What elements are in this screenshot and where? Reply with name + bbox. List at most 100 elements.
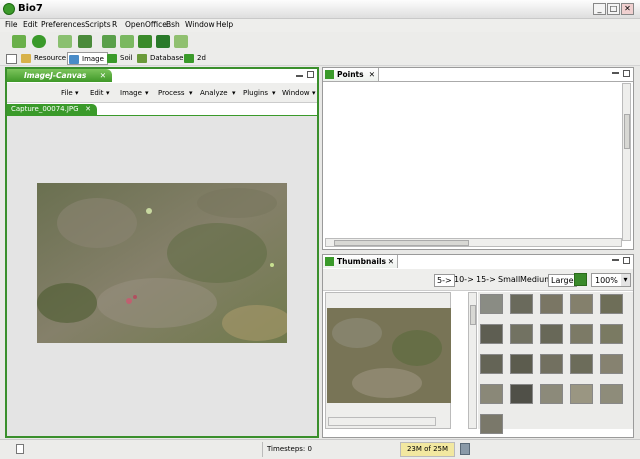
horizontal-scrollbar[interactable] <box>328 417 436 426</box>
zoom-select[interactable]: 100% ▾ <box>591 273 631 287</box>
run-icon[interactable] <box>12 35 26 48</box>
thumbnail-item[interactable] <box>480 354 503 374</box>
tab-points[interactable]: Points ✕ <box>323 68 379 81</box>
ij-menu-arrow-icon: ▾ <box>106 89 110 97</box>
maximize-button[interactable]: □ <box>607 3 620 15</box>
print-icon[interactable] <box>174 35 188 48</box>
thumbnail-item[interactable] <box>540 384 563 404</box>
ij-menu-image[interactable]: Image <box>120 89 142 97</box>
open-perspective-icon[interactable] <box>6 54 17 64</box>
cube-icon[interactable] <box>138 35 152 48</box>
perspective-resource[interactable]: Resource <box>20 52 66 65</box>
thumbnail-item[interactable] <box>570 294 593 314</box>
thumbnail-item[interactable] <box>510 354 533 374</box>
minimize-button[interactable]: _ <box>593 3 606 15</box>
pen-icon[interactable] <box>102 35 116 48</box>
scroll-thumb[interactable] <box>334 240 469 246</box>
step-15-button[interactable]: 15-> <box>476 275 496 284</box>
start-icon[interactable] <box>32 35 46 48</box>
minimize-view-icon[interactable] <box>612 72 619 74</box>
menu-window[interactable]: Window <box>185 20 215 29</box>
thumbnail-item[interactable] <box>540 324 563 344</box>
thumbnail-item[interactable] <box>540 294 563 314</box>
tab-image-file[interactable]: Capture_00074.JPG ✕ <box>7 104 97 115</box>
tab-imagej-canvas[interactable]: ImageJ-Canvas ✕ <box>7 69 112 82</box>
settings-icon[interactable] <box>78 35 92 48</box>
menu-openoffice[interactable]: OpenOffice <box>125 20 167 29</box>
maximize-view-icon[interactable] <box>623 70 630 77</box>
close-tab-icon[interactable]: ✕ <box>85 104 91 115</box>
perspective-soil[interactable]: Soil <box>106 52 133 65</box>
perspective-2d[interactable]: 2d <box>183 52 206 65</box>
menu-edit[interactable]: Edit <box>23 20 38 29</box>
thumbnail-item[interactable] <box>510 384 533 404</box>
perspective-image[interactable]: Image <box>67 52 108 65</box>
refresh-icon[interactable] <box>120 35 134 48</box>
thumbnail-item[interactable] <box>570 384 593 404</box>
scroll-thumb[interactable] <box>470 305 476 325</box>
ij-menu-edit[interactable]: Edit <box>90 89 104 97</box>
status-bar: Timesteps: 0 23M of 25M <box>0 439 640 459</box>
thumbnail-vertical-scrollbar[interactable] <box>468 292 477 429</box>
scroll-thumb[interactable] <box>624 114 630 149</box>
thumbnail-item[interactable] <box>480 324 503 344</box>
main-toolbar <box>0 32 640 51</box>
maximize-view-icon[interactable] <box>307 71 314 78</box>
thumbnail-item[interactable] <box>510 294 533 314</box>
thumbnail-item[interactable] <box>570 324 593 344</box>
thumbnail-item[interactable] <box>540 354 563 374</box>
tab-thumbnails[interactable]: Thumbnails ✕ <box>323 255 398 268</box>
thumbnail-item[interactable] <box>600 354 623 374</box>
ij-menu-process[interactable]: Process <box>158 89 185 97</box>
size-small-button[interactable]: Small <box>498 275 520 284</box>
fast-view-icon[interactable] <box>16 444 24 454</box>
perspective-label: Database <box>150 54 184 62</box>
step-10-button[interactable]: 10-> <box>454 275 474 284</box>
step-icon[interactable] <box>58 35 72 48</box>
ij-menu-arrow-icon: ▾ <box>75 89 79 97</box>
perspective-database[interactable]: Database <box>136 52 183 65</box>
ij-menu-file[interactable]: File <box>61 89 73 97</box>
horizontal-scrollbar[interactable] <box>325 238 622 247</box>
ij-menu-plugins[interactable]: Plugins <box>243 89 268 97</box>
thumbnail-item[interactable] <box>600 324 623 344</box>
title-bar: Bio7 _ □ ✕ <box>0 0 640 19</box>
imagej-menu-bar: File ▾ Edit ▾ Image ▾ Process ▾ Analyze … <box>7 83 317 103</box>
imagej-canvas-view: ImageJ-Canvas ✕ File ▾ Edit ▾ Image ▾ Pr… <box>5 67 319 438</box>
tab-label: ImageJ-Canvas <box>24 71 87 80</box>
image-canvas[interactable] <box>7 115 317 436</box>
preview-image[interactable] <box>327 308 451 403</box>
close-tab-icon[interactable]: ✕ <box>100 69 106 82</box>
thumbnail-item[interactable] <box>510 324 533 344</box>
trash-icon[interactable] <box>460 443 470 455</box>
cube-icon[interactable] <box>574 273 587 286</box>
image-icon <box>69 55 79 64</box>
thumbnail-item[interactable] <box>480 294 503 314</box>
soil-photo-image[interactable] <box>37 183 287 343</box>
thumbnail-item[interactable] <box>600 294 623 314</box>
ij-menu-window[interactable]: Window <box>282 89 310 97</box>
save-icon[interactable] <box>156 35 170 48</box>
perspective-label: 2d <box>197 54 206 62</box>
ij-menu-arrow-icon: ▾ <box>272 89 276 97</box>
thumbnail-item[interactable] <box>480 414 503 434</box>
close-tab-icon[interactable]: ✕ <box>369 68 375 81</box>
menu-help[interactable]: Help <box>216 20 233 29</box>
size-large-button[interactable]: Large <box>548 274 577 287</box>
ij-menu-analyze[interactable]: Analyze <box>200 89 228 97</box>
menu-r[interactable]: R <box>112 20 117 29</box>
menu-file[interactable]: File <box>5 20 18 29</box>
minimize-view-icon[interactable] <box>612 259 619 261</box>
step-5-button[interactable]: 5-> <box>434 274 455 287</box>
close-tab-icon[interactable]: ✕ <box>388 255 394 268</box>
menu-bsh[interactable]: Bsh <box>166 20 180 29</box>
menu-scripts[interactable]: Scripts <box>85 20 111 29</box>
vertical-scrollbar[interactable] <box>622 83 631 241</box>
thumbnail-item[interactable] <box>600 384 623 404</box>
thumbnail-item[interactable] <box>480 384 503 404</box>
close-button[interactable]: ✕ <box>621 3 634 15</box>
thumbnail-item[interactable] <box>570 354 593 374</box>
menu-preferences[interactable]: Preferences <box>41 20 85 29</box>
maximize-view-icon[interactable] <box>623 257 630 264</box>
minimize-view-icon[interactable] <box>296 75 303 77</box>
